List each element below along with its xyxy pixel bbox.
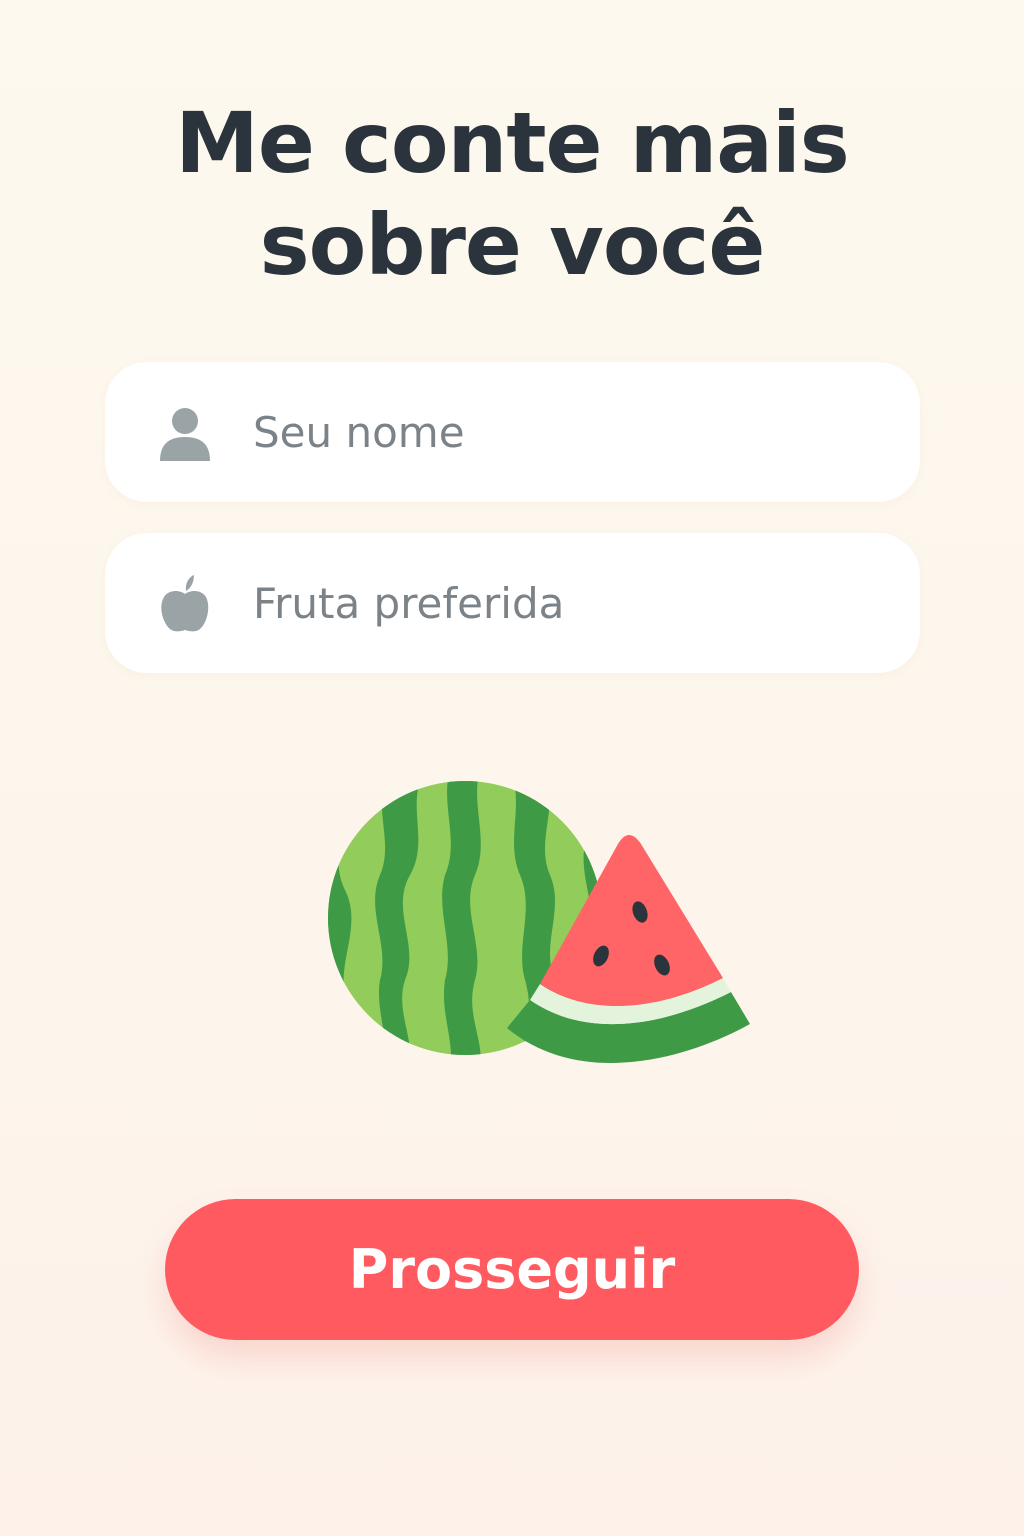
name-field[interactable] [105,362,920,502]
page-title: Me conte mais sobre você [0,92,1024,296]
fruit-input[interactable] [253,533,873,673]
watermelon-illustration [328,781,750,1063]
fruit-field[interactable] [105,533,920,673]
apple-icon [161,575,209,632]
page-title-line-1: Me conte mais [175,94,849,192]
name-input[interactable] [253,362,873,502]
continue-button[interactable]: Prosseguir [165,1199,859,1340]
person-icon [160,408,210,461]
page-title-line-2: sobre você [259,196,766,294]
